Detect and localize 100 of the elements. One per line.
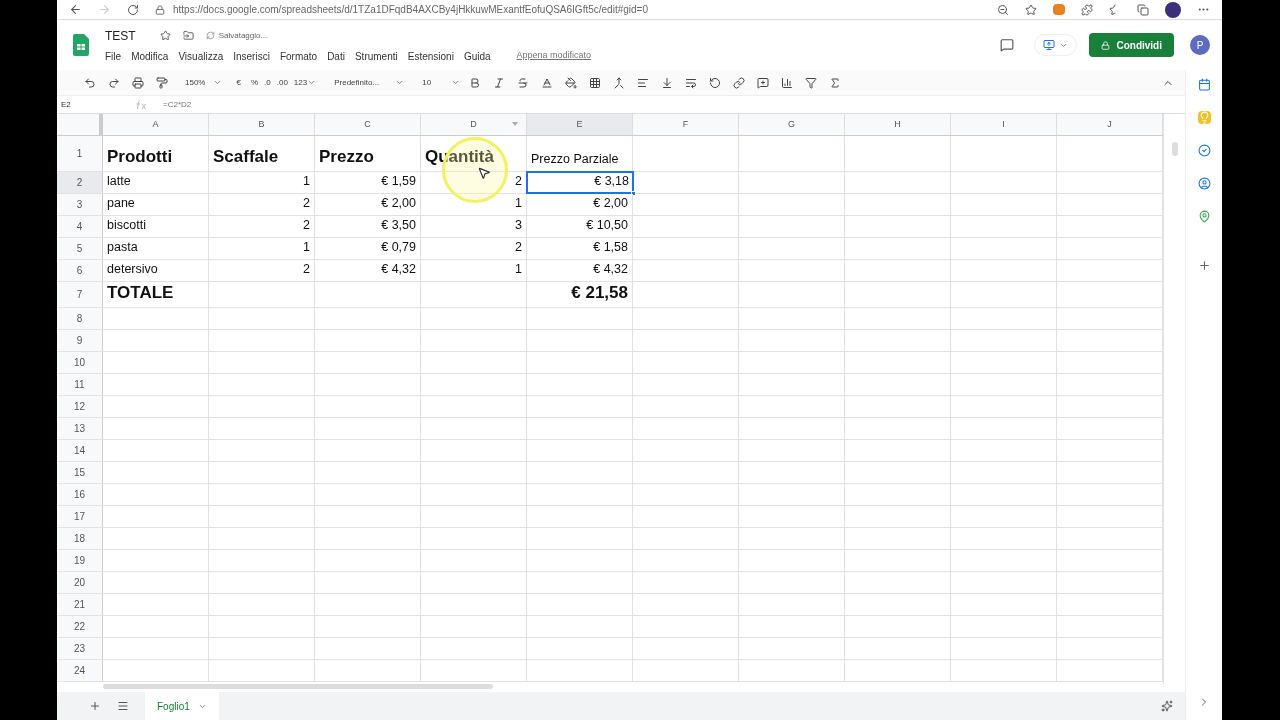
font-size-dropdown[interactable]: 10 (422, 76, 461, 89)
row-header[interactable]: 2 (57, 172, 103, 193)
sheets-logo-icon[interactable] (73, 34, 89, 56)
explore-icon[interactable] (1161, 700, 1173, 712)
extensions-icon[interactable] (1081, 3, 1093, 16)
row-header[interactable]: 7 (57, 282, 103, 307)
increase-decimals-button[interactable]: .00 (276, 76, 288, 89)
share-button[interactable]: Condividi (1089, 33, 1174, 57)
column-header[interactable]: J (1057, 114, 1163, 135)
row-header[interactable]: 5 (57, 238, 103, 259)
reload-icon[interactable] (127, 3, 139, 16)
currency-button[interactable]: € (236, 76, 241, 89)
row-header[interactable]: 8 (57, 308, 103, 329)
menu-item[interactable]: Visualizza (178, 48, 224, 64)
all-sheets-icon[interactable] (117, 700, 129, 712)
table-cell[interactable]: Prodotti (103, 136, 209, 171)
menu-item[interactable]: Modifica (131, 48, 169, 64)
table-cell[interactable]: € 2,00 (527, 194, 633, 215)
row-header[interactable]: 9 (57, 330, 103, 351)
table-cell[interactable]: € 21,58 (527, 282, 633, 307)
name-box[interactable]: E2 (57, 98, 127, 111)
table-cell[interactable]: € 10,50 (527, 216, 633, 237)
calendar-icon[interactable] (1197, 78, 1211, 91)
row-header[interactable]: 11 (57, 374, 103, 395)
table-cell[interactable]: Prezzo (315, 136, 421, 171)
table-cell[interactable]: TOTALE (103, 282, 209, 307)
decrease-decimals-button[interactable]: .0 (264, 76, 271, 89)
horizontal-scrollbar[interactable] (103, 684, 493, 689)
sheet-tab[interactable]: Foglio1 (145, 692, 219, 720)
comments-icon[interactable] (1000, 38, 1015, 52)
column-header[interactable]: H (845, 114, 951, 135)
row-header[interactable]: 15 (57, 462, 103, 483)
font-dropdown[interactable]: Predefinito... (334, 76, 405, 89)
table-cell[interactable]: 2 (209, 216, 315, 237)
row-header[interactable]: 21 (57, 594, 103, 615)
row-header[interactable]: 13 (57, 418, 103, 439)
row-header[interactable]: 20 (57, 572, 103, 593)
table-cell[interactable]: detersivo (103, 260, 209, 281)
star-icon[interactable] (159, 30, 171, 41)
table-cell[interactable]: 2 (209, 194, 315, 215)
row-header[interactable]: 23 (57, 638, 103, 659)
row-header[interactable]: 3 (57, 194, 103, 215)
fill-handle[interactable] (631, 191, 636, 196)
collections-icon[interactable] (1137, 3, 1149, 16)
table-cell[interactable]: biscotti (103, 216, 209, 237)
column-header[interactable]: C (315, 114, 421, 135)
row-header[interactable]: 16 (57, 484, 103, 505)
table-cell[interactable]: Prezzo Parziale (527, 136, 633, 171)
formula-input[interactable]: =C2*D2 (155, 98, 192, 111)
favorite-icon[interactable] (1025, 3, 1037, 16)
row-header[interactable]: 17 (57, 506, 103, 527)
column-header[interactable]: G (739, 114, 845, 135)
menu-item[interactable]: Dati (327, 48, 345, 64)
table-cell[interactable]: 1 (421, 260, 527, 281)
menu-item[interactable]: Formato (279, 48, 318, 64)
table-cell[interactable]: € 0,79 (315, 238, 421, 259)
address-bar[interactable]: https://docs.google.com/spreadsheets/d/1TZa1DFqdB4AXCBy4jHkkuwMExantfEofuQSA6IGft5c/edit#gid=0 (173, 2, 648, 17)
table-cell[interactable]: 1 (209, 238, 315, 259)
table-cell[interactable]: 1 (421, 194, 527, 215)
row-header[interactable]: 18 (57, 528, 103, 549)
contact-icon[interactable] (1197, 177, 1211, 190)
zoom-icon[interactable] (997, 3, 1009, 16)
add-sheet-icon[interactable] (89, 700, 101, 712)
row-header[interactable]: 24 (57, 660, 103, 681)
zoom-dropdown[interactable]: 150% (185, 76, 223, 89)
table-cell[interactable]: pane (103, 194, 209, 215)
menu-item[interactable]: File (105, 48, 122, 64)
table-cell[interactable]: € 3,50 (315, 216, 421, 237)
row-header[interactable]: 10 (57, 352, 103, 373)
column-header[interactable]: B (209, 114, 315, 135)
last-edit-link[interactable]: Appena modificato (516, 49, 592, 63)
table-cell[interactable]: latte (103, 172, 209, 193)
column-header[interactable]: F (633, 114, 739, 135)
column-header[interactable]: E (527, 114, 633, 135)
row-header[interactable]: 19 (57, 550, 103, 571)
back-icon[interactable] (69, 3, 82, 16)
column-header[interactable]: A (103, 114, 209, 135)
row-header[interactable]: 4 (57, 216, 103, 237)
table-cell[interactable]: Scaffale (209, 136, 315, 171)
check-circle-icon[interactable] (1197, 144, 1211, 157)
move-folder-icon[interactable] (182, 30, 194, 41)
column-header[interactable]: I (951, 114, 1057, 135)
document-title[interactable]: TEST (105, 26, 136, 45)
table-cell[interactable]: pasta (103, 238, 209, 259)
profile-avatar[interactable] (1165, 1, 1181, 18)
row-header[interactable]: 1 (57, 136, 103, 171)
add-icon[interactable] (1197, 259, 1211, 272)
user-avatar[interactable]: P (1190, 35, 1210, 55)
fox-extension-icon[interactable] (1053, 4, 1065, 15)
menu-item[interactable]: Estensioni (407, 48, 454, 64)
map-pin-icon[interactable] (1197, 210, 1211, 223)
menu-item[interactable]: Guida (463, 48, 491, 64)
table-cell[interactable]: 3 (421, 216, 527, 237)
row-header[interactable]: 12 (57, 396, 103, 417)
menu-item[interactable]: Strumenti (354, 48, 398, 64)
table-cell[interactable]: € 1,58 (527, 238, 633, 259)
table-cell[interactable]: 2 (209, 260, 315, 281)
table-cell[interactable]: € 3,18 (527, 172, 633, 193)
table-cell[interactable]: € 2,00 (315, 194, 421, 215)
percent-button[interactable]: % (250, 76, 259, 89)
